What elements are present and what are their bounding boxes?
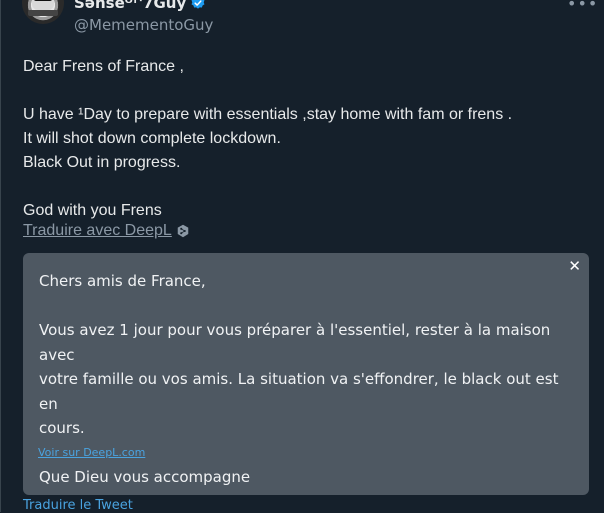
translate-deepl-label: Traduire avec DeepL	[23, 222, 172, 239]
avatar-face	[32, 0, 54, 10]
avatar-sunglasses	[34, 0, 52, 1]
deepl-icon	[177, 224, 189, 238]
avatar[interactable]	[22, 0, 64, 24]
tweet-text: Dear Frens of France , U have ¹Day to pr…	[23, 58, 513, 219]
deepl-translation-panel: ✕ Chers amis de France, Vous avez 1 jour…	[23, 253, 589, 495]
view-on-deepl-link[interactable]: Voir sur DeepL.com	[38, 446, 145, 459]
display-name[interactable]: Sənseᴼᶠ'7Guy	[74, 0, 206, 12]
verified-badge-icon	[191, 0, 205, 9]
translate-tweet-link[interactable]: Traduire le Tweet	[23, 498, 133, 513]
close-icon[interactable]: ✕	[568, 257, 581, 275]
more-options-icon[interactable]: •••	[567, 0, 598, 13]
display-name-text: Sənseᴼᶠ'7Guy	[74, 0, 187, 12]
avatar-band	[28, 10, 58, 16]
left-border	[0, 0, 1, 512]
translate-deepl-link[interactable]: Traduire avec DeepL	[23, 222, 190, 240]
user-handle[interactable]: @MemementoGuy	[74, 16, 213, 34]
